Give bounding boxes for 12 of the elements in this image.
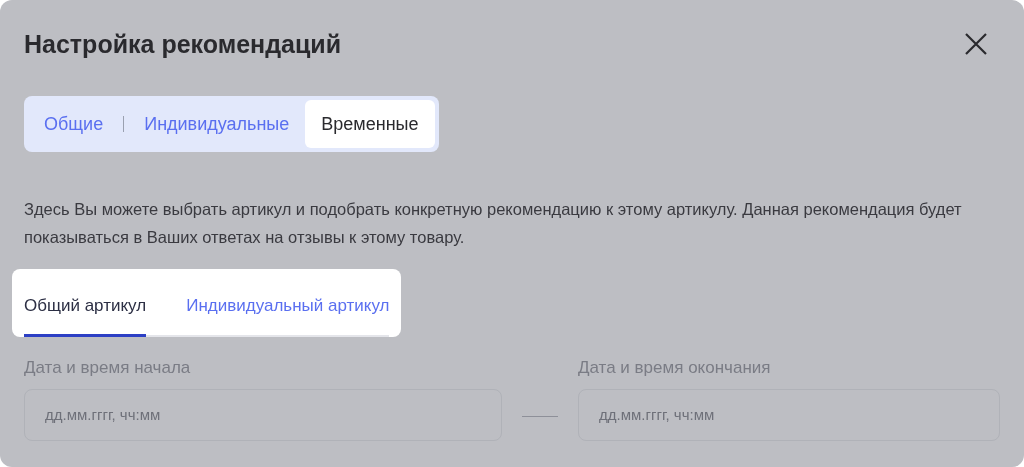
field-label: Дата и время окончания <box>578 357 772 379</box>
date-time-field[interactable]: дд.мм.гггг, чч:мм <box>24 388 502 441</box>
date-time-field[interactable]: дд.мм.гггг, чч:мм <box>578 388 1000 441</box>
subtab[interactable]: Индивидуальный артикул <box>186 285 390 335</box>
tab[interactable]: Временные <box>305 100 435 148</box>
field-label: Дата и время начала <box>24 357 192 379</box>
tab[interactable]: Общие <box>28 100 120 148</box>
close-icon <box>964 32 988 56</box>
description-text: Здесь Вы можете выбрать артикул и подобрать конкретную рекомендацию к этому артикулу. Данная рекомендация будет показываться в Ваших ответах на отзывы к этому товару. <box>24 199 963 248</box>
tab[interactable]: Индивидуальные <box>128 100 306 148</box>
dialog-title: Настройка рекомендаций <box>24 29 342 60</box>
subtab[interactable]: Общий артикул <box>24 285 147 337</box>
